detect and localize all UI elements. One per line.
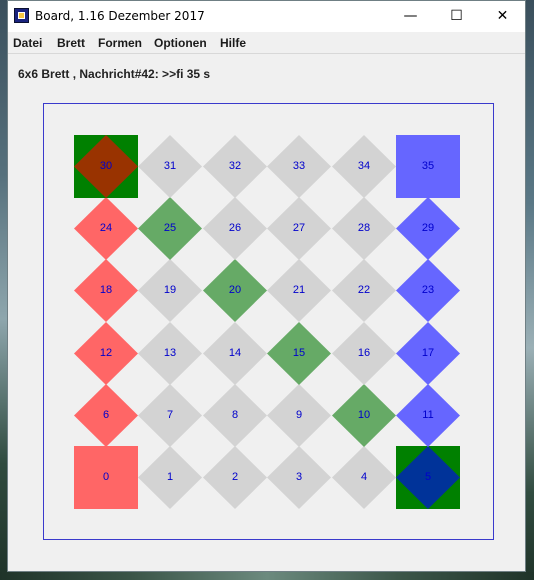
cell-label: 22 <box>357 284 371 296</box>
board-cell-1[interactable]: 1 <box>138 446 202 509</box>
board-cell-29[interactable]: 29 <box>396 197 460 260</box>
window-title: Board, 1.16 Dezember 2017 <box>35 9 205 23</box>
board-cell-18[interactable]: 18 <box>74 259 138 322</box>
cell-label: 15 <box>292 347 306 359</box>
cell-label: 7 <box>166 409 174 421</box>
menu-datei[interactable]: Datei <box>13 36 42 50</box>
board-cell-34[interactable]: 34 <box>332 135 396 198</box>
cell-label: 19 <box>163 284 177 296</box>
cell-label: 11 <box>422 409 434 421</box>
cell-label: 9 <box>295 409 303 421</box>
close-button[interactable]: ✕ <box>480 1 525 32</box>
app-window: Board, 1.16 Dezember 2017 — ☐ ✕ Datei Br… <box>7 0 526 572</box>
board-cell-14[interactable]: 14 <box>203 322 267 385</box>
cell-label: 1 <box>166 471 174 483</box>
cell-label: 17 <box>421 347 435 359</box>
minimize-button[interactable]: — <box>388 1 433 32</box>
board-cell-0[interactable]: 0 <box>74 446 138 509</box>
cell-label: 14 <box>228 347 242 359</box>
cell-label: 2 <box>231 471 239 483</box>
board-cell-2[interactable]: 2 <box>203 446 267 509</box>
cell-label: 31 <box>163 160 177 172</box>
board-cell-6[interactable]: 6 <box>74 384 138 447</box>
board-cell-4[interactable]: 4 <box>332 446 396 509</box>
menu-formen[interactable]: Formen <box>98 36 142 50</box>
cell-label: 23 <box>421 284 435 296</box>
board-cell-35[interactable]: 35 <box>396 135 460 198</box>
app-icon[interactable] <box>14 8 29 23</box>
desktop-background-bottom <box>0 572 534 580</box>
maximize-button[interactable]: ☐ <box>434 1 479 32</box>
status-message: 6x6 Brett , Nachricht#42: >>fi 35 s <box>18 67 211 81</box>
board-cell-17[interactable]: 17 <box>396 322 460 385</box>
cell-label: 32 <box>228 160 242 172</box>
cell-label: 6 <box>102 409 110 421</box>
board-cell-12[interactable]: 12 <box>74 322 138 385</box>
cell-label: 27 <box>292 222 306 234</box>
board-cell-33[interactable]: 33 <box>267 135 331 198</box>
cell-label: 30 <box>99 160 113 172</box>
board-cell-5[interactable]: 5 <box>396 446 460 509</box>
cell-label: 33 <box>292 160 306 172</box>
menu-optionen[interactable]: Optionen <box>154 36 207 50</box>
board-cell-23[interactable]: 23 <box>396 259 460 322</box>
cell-label: 25 <box>163 222 177 234</box>
cell-label: 20 <box>228 284 242 296</box>
board-cell-3[interactable]: 3 <box>267 446 331 509</box>
board-cell-16[interactable]: 16 <box>332 322 396 385</box>
cell-label: 28 <box>357 222 371 234</box>
board-cell-24[interactable]: 24 <box>74 197 138 260</box>
cell-label: 5 <box>424 471 432 483</box>
cell-label: 18 <box>99 284 113 296</box>
cell-label: 10 <box>357 409 371 421</box>
cell-label: 24 <box>99 222 113 234</box>
cell-label: 13 <box>163 347 177 359</box>
board-cell-21[interactable]: 21 <box>267 259 331 322</box>
board-cell-25[interactable]: 25 <box>138 197 202 260</box>
board-cell-13[interactable]: 13 <box>138 322 202 385</box>
cell-label: 34 <box>357 160 371 172</box>
board-cell-30[interactable]: 30 <box>74 135 138 198</box>
menu-bar: Datei Brett Formen Optionen Hilfe <box>8 32 525 54</box>
board-cell-26[interactable]: 26 <box>203 197 267 260</box>
cell-label: 29 <box>421 222 435 234</box>
board-cell-19[interactable]: 19 <box>138 259 202 322</box>
cell-label: 3 <box>295 471 303 483</box>
board-cell-11[interactable]: 11 <box>396 384 460 447</box>
board-cell-10[interactable]: 10 <box>332 384 396 447</box>
cell-label: 8 <box>231 409 239 421</box>
title-bar[interactable]: Board, 1.16 Dezember 2017 — ☐ ✕ <box>8 1 525 32</box>
board-cell-15[interactable]: 15 <box>267 322 331 385</box>
cell-label: 12 <box>99 347 113 359</box>
board-cell-9[interactable]: 9 <box>267 384 331 447</box>
cell-label: 35 <box>421 160 435 172</box>
cell-label: 16 <box>357 347 371 359</box>
board-cell-27[interactable]: 27 <box>267 197 331 260</box>
menu-hilfe[interactable]: Hilfe <box>220 36 246 50</box>
board-cell-22[interactable]: 22 <box>332 259 396 322</box>
cell-label: 26 <box>228 222 242 234</box>
cell-label: 21 <box>292 284 306 296</box>
board-cell-31[interactable]: 31 <box>138 135 202 198</box>
board-cell-8[interactable]: 8 <box>203 384 267 447</box>
board-cell-20[interactable]: 20 <box>203 259 267 322</box>
menu-brett[interactable]: Brett <box>57 36 85 50</box>
board-cell-7[interactable]: 7 <box>138 384 202 447</box>
cell-label: 4 <box>360 471 368 483</box>
board-cell-28[interactable]: 28 <box>332 197 396 260</box>
board-cell-32[interactable]: 32 <box>203 135 267 198</box>
cell-label: 0 <box>102 471 110 483</box>
